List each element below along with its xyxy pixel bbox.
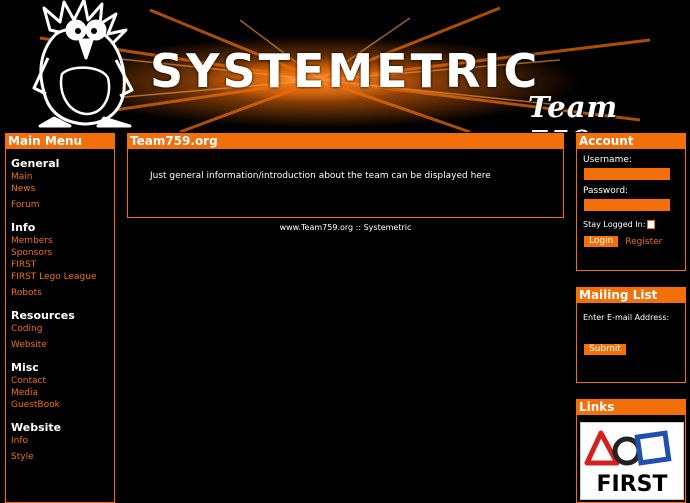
site-banner: SYSTEMETRIC Team 759 <box>0 0 690 132</box>
menu-section-resources: Resources Coding Website <box>6 309 114 351</box>
account-panel: Account Username: Password: Stay Logged … <box>576 133 686 271</box>
menu-item-news[interactable]: News <box>11 183 114 195</box>
menu-section-title: Resources <box>11 309 75 322</box>
menu-section-general: General Main News Forum <box>6 157 114 211</box>
menu-item-forum[interactable]: Forum <box>11 199 114 211</box>
menu-item-members[interactable]: Members <box>11 235 114 247</box>
menu-item-first-lego-league[interactable]: FIRST Lego League <box>11 271 114 283</box>
login-button[interactable]: Login <box>584 236 619 247</box>
submit-button[interactable]: Submit <box>584 344 626 355</box>
site-title: SYSTEMETRIC <box>150 44 541 98</box>
menu-item-media[interactable]: Media <box>11 387 114 399</box>
menu-item-sponsors[interactable]: Sponsors <box>11 247 114 259</box>
links-title: Links <box>577 400 685 415</box>
main-content-panel: Team759.org Just general information/int… <box>127 133 564 218</box>
password-input[interactable] <box>584 199 670 211</box>
team-name: Team 759 <box>528 90 619 132</box>
menu-item-contact[interactable]: Contact <box>11 375 114 387</box>
main-content-text: Just general information/introduction ab… <box>150 171 491 181</box>
first-logo-icon: FIRST <box>581 423 683 499</box>
menu-item-first[interactable]: FIRST <box>11 259 114 271</box>
password-label: Password: <box>583 186 629 196</box>
stay-logged-in-checkbox[interactable] <box>647 220 656 229</box>
menu-item-coding[interactable]: Coding <box>11 323 114 335</box>
menu-section-info: Info Members Sponsors FIRST FIRST Lego L… <box>6 221 114 299</box>
username-label: Username: <box>583 155 632 165</box>
menu-item-guestbook[interactable]: GuestBook <box>11 399 114 411</box>
stay-logged-in-row: Stay Logged In: <box>577 220 685 229</box>
menu-item-info[interactable]: Info <box>11 435 114 447</box>
menu-item-robots[interactable]: Robots <box>11 287 114 299</box>
links-panel: Links FIRST <box>576 399 686 503</box>
menu-section-website: Website Info Style <box>6 421 114 463</box>
first-logo-link[interactable]: FIRST <box>580 422 684 500</box>
menu-section-title: General <box>11 157 60 170</box>
account-title: Account <box>577 134 685 149</box>
username-input[interactable] <box>584 168 670 180</box>
main-menu-panel: Main Menu General Main News Forum Info M… <box>5 133 115 503</box>
menu-section-title: Misc <box>11 361 39 374</box>
account-actions: Login Register <box>577 236 685 247</box>
menu-section-title: Website <box>11 421 62 434</box>
mailing-list-title: Mailing List <box>577 288 685 303</box>
register-link[interactable]: Register <box>625 237 662 247</box>
menu-section-misc: Misc Contact Media GuestBook <box>6 361 114 411</box>
main-menu-title: Main Menu <box>6 134 114 149</box>
menu-section-title: Info <box>11 221 36 234</box>
email-label: Enter E-mail Address: <box>583 313 670 322</box>
menu-item-style[interactable]: Style <box>11 451 114 463</box>
menu-item-website[interactable]: Website <box>11 339 114 351</box>
page-footer: www.Team759.org :: Systemetric <box>279 223 412 232</box>
stay-logged-in-label: Stay Logged In: <box>583 220 646 229</box>
mailing-list-panel: Mailing List Enter E-mail Address: Submi… <box>576 287 686 383</box>
menu-item-main[interactable]: Main <box>11 171 114 183</box>
main-content-title: Team759.org <box>128 134 563 149</box>
first-logo-text: FIRST <box>596 472 667 497</box>
